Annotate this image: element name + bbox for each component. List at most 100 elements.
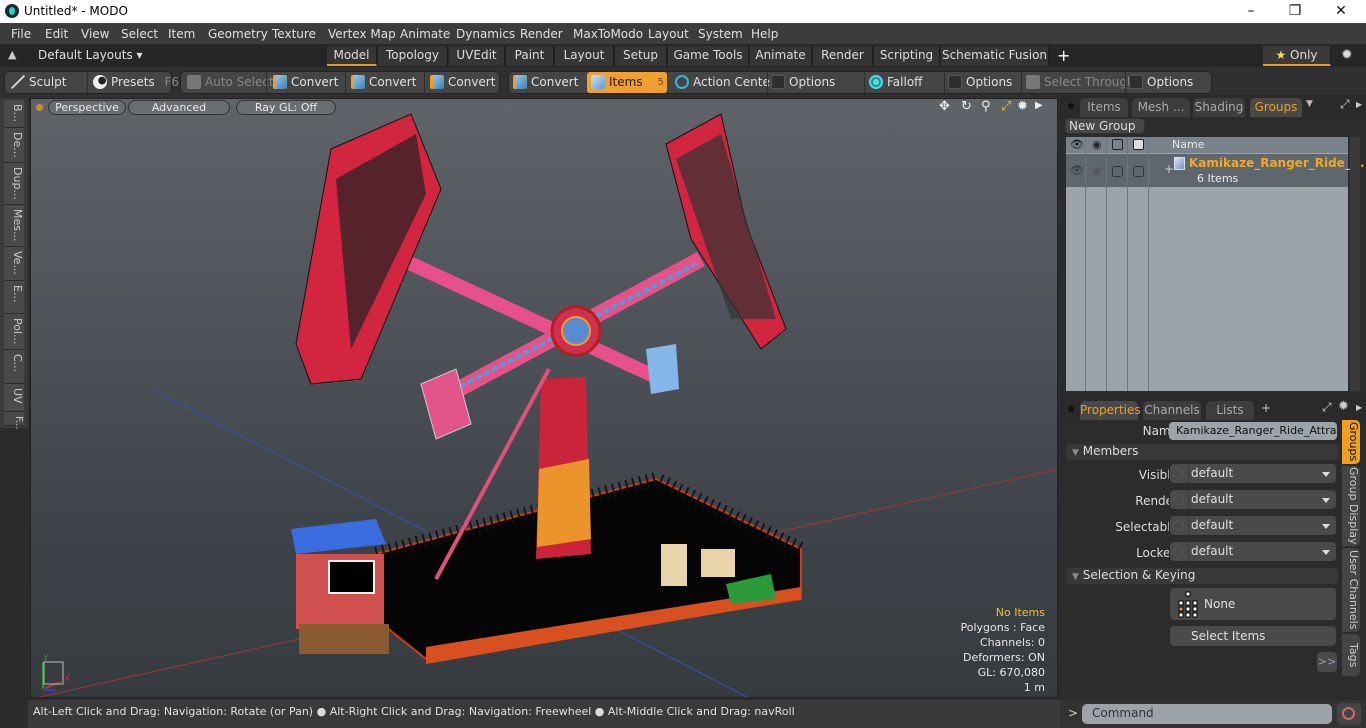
sculpt-button[interactable]: Sculpt (11, 72, 66, 93)
menu-help[interactable]: Help (751, 27, 778, 41)
left-tab-duplicate[interactable]: Dup... (4, 163, 24, 205)
tab-groups[interactable]: Groups (1250, 98, 1302, 117)
record-button[interactable] (1337, 703, 1361, 725)
menu-view[interactable]: View (81, 27, 109, 41)
select-through-options-button[interactable]: Options (1129, 72, 1193, 93)
tab-topology[interactable]: Topology (378, 46, 448, 66)
left-tab-polygon[interactable]: Pol... (4, 314, 24, 350)
tab-uvedit[interactable]: UVEdit (449, 46, 505, 66)
render-dropdown[interactable]: default (1169, 489, 1337, 510)
menu-file[interactable]: File (11, 27, 31, 41)
left-tab-fusion[interactable]: F... (4, 412, 24, 430)
items-mode-button[interactable]: Items 5 (587, 72, 667, 93)
tab-setup[interactable]: Setup (615, 46, 667, 66)
collapse-arrow-icon[interactable]: ▲ (8, 48, 22, 62)
add-layout-button[interactable]: + (1057, 46, 1070, 65)
tab-render[interactable]: Render (813, 46, 873, 66)
selectable-dropdown[interactable]: default (1169, 515, 1337, 536)
tab-layout[interactable]: Layout (555, 46, 614, 66)
3d-viewport[interactable]: Perspective Advanced Ray GL: Off ✥ ↻ ⚲ ⤢… (30, 98, 1058, 698)
hierarchy-none-button[interactable]: None (1169, 587, 1337, 621)
gear-icon[interactable]: ✹ (1341, 47, 1353, 63)
panel-menu-dot-icon[interactable] (1068, 103, 1074, 109)
action-center-button[interactable]: Action Center (675, 72, 775, 93)
menu-animate[interactable]: Animate (400, 27, 450, 41)
menu-layout[interactable]: Layout (648, 27, 689, 41)
panel-menu-dot-icon[interactable] (1068, 406, 1074, 412)
maximize-panel-icon[interactable]: ⤢ (1340, 97, 1350, 112)
row-visibility-icon[interactable]: 👁 (1070, 164, 1084, 177)
left-tab-mesh-edit[interactable]: Mes... (4, 205, 24, 247)
convert-button-3[interactable]: Convert (430, 72, 495, 93)
tab-paint[interactable]: Paint (506, 46, 554, 66)
action-center-options-button[interactable]: Options (771, 72, 835, 93)
default-layouts-dropdown[interactable]: Default Layouts ▾ (38, 48, 143, 62)
panel-gear-icon[interactable]: ✹ (1338, 399, 1349, 414)
left-tab-basic[interactable]: B... (4, 100, 24, 128)
tab-shading[interactable]: Shading (1193, 98, 1245, 117)
maximize-panel-icon[interactable]: ⤢ (1322, 400, 1332, 415)
tab-mesh[interactable]: Mesh ... (1132, 98, 1190, 117)
groups-list-scrollbar[interactable] (1350, 137, 1360, 391)
menu-dynamics[interactable]: Dynamics (456, 27, 515, 41)
left-tab-vertex[interactable]: Ve... (4, 247, 24, 281)
auto-select-button[interactable]: Auto Select (187, 72, 274, 93)
row-selectable-toggle[interactable] (1112, 166, 1123, 177)
tab-channels[interactable]: Channels (1143, 401, 1201, 420)
tab-scripting[interactable]: Scripting (874, 46, 940, 66)
menu-select[interactable]: Select (121, 27, 158, 41)
menu-maxtomodo[interactable]: MaxToModo (573, 27, 643, 41)
tab-properties[interactable]: Properties (1080, 401, 1141, 420)
close-button[interactable]: ✕ (1318, 0, 1364, 23)
locked-dropdown[interactable]: default (1169, 541, 1337, 562)
more-button[interactable]: >> (1316, 651, 1338, 673)
presets-button[interactable]: Presets F6 (93, 72, 179, 93)
tabs-overflow-icon[interactable]: ▼ (1306, 99, 1313, 109)
menu-edit[interactable]: Edit (45, 27, 68, 41)
side-tab-user-channels[interactable]: User Channels (1342, 548, 1360, 632)
group-row[interactable]: 👁 ◉ + Kamikaze_Ranger_Ride_... 6 Items (1066, 154, 1365, 187)
members-section-header[interactable]: ▼ Members (1066, 444, 1338, 460)
row-render-icon[interactable]: ◉ (1092, 164, 1102, 177)
convert-button-2[interactable]: Convert (351, 72, 416, 93)
tab-schematic-fusion[interactable]: Schematic Fusion (941, 46, 1049, 66)
lock-cube-icon[interactable] (1133, 139, 1144, 150)
left-tab-uv[interactable]: UV (4, 384, 24, 412)
side-tab-groups[interactable]: Groups (1342, 420, 1360, 464)
selectable-cube-icon[interactable] (1112, 139, 1123, 150)
new-group-button[interactable]: New Group (1065, 118, 1145, 134)
menu-system[interactable]: System (698, 27, 743, 41)
visibility-eye-icon[interactable]: 👁 (1070, 138, 1084, 151)
only-filter-button[interactable]: ★ Only (1263, 46, 1331, 66)
selection-keying-section-header[interactable]: ▼ Selection & Keying (1066, 568, 1338, 584)
side-tab-tags[interactable]: Tags (1342, 634, 1360, 676)
left-tab-curve[interactable]: C... (4, 350, 24, 384)
expand-plus-icon[interactable]: + (1164, 162, 1174, 176)
tab-items[interactable]: Items (1080, 98, 1128, 117)
row-lock-toggle[interactable] (1133, 166, 1144, 177)
group-name-input[interactable]: Kamikaze_Ranger_Ride_Attractio (1169, 422, 1337, 440)
left-tab-deform[interactable]: De... (4, 128, 24, 163)
menu-vertex-map[interactable]: Vertex Map (328, 27, 396, 41)
panel-arrow-icon[interactable]: ▶ (1356, 100, 1362, 109)
tab-model[interactable]: Model (327, 46, 377, 66)
minimize-button[interactable]: – (1228, 0, 1274, 23)
visible-dropdown[interactable]: default (1169, 463, 1337, 484)
menu-geometry[interactable]: Geometry (208, 27, 268, 41)
panel-arrow-icon[interactable]: ▶ (1356, 403, 1362, 412)
select-items-button[interactable]: Select Items (1169, 625, 1337, 647)
convert-button-1[interactable]: Convert (273, 72, 338, 93)
maximize-button[interactable]: ❐ (1272, 0, 1318, 23)
tab-animate[interactable]: Animate (750, 46, 812, 66)
menu-item[interactable]: Item (168, 27, 195, 41)
tab-lists[interactable]: Lists (1206, 401, 1254, 420)
menu-render[interactable]: Render (520, 27, 563, 41)
render-camera-icon[interactable]: ◉ (1092, 138, 1102, 151)
command-input[interactable]: Command (1082, 704, 1332, 724)
select-through-button[interactable]: Select Through (1026, 72, 1135, 93)
add-tab-button[interactable]: + (1261, 401, 1271, 415)
falloff-button[interactable]: Falloff (869, 72, 922, 93)
falloff-options-button[interactable]: Options (948, 72, 1012, 93)
left-tab-edge[interactable]: E... (4, 281, 24, 314)
convert-button-4[interactable]: Convert (513, 72, 578, 93)
